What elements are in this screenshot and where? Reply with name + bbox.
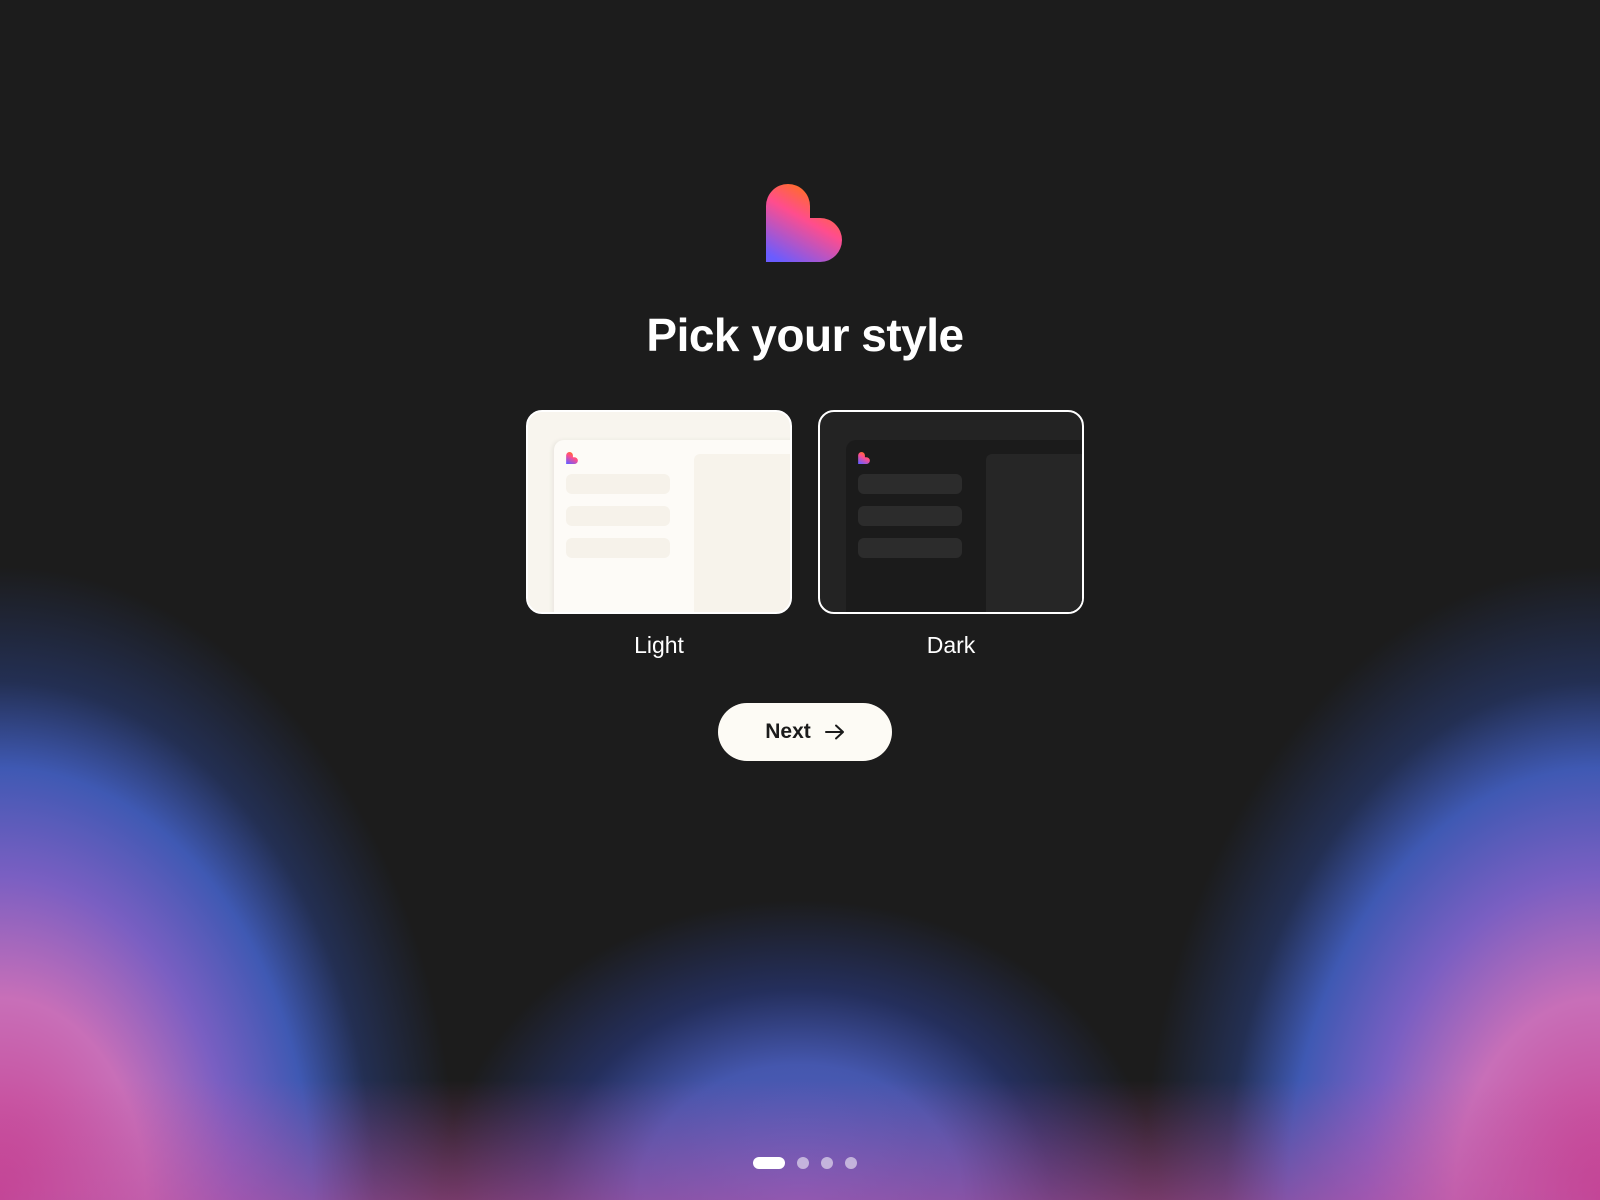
style-option-light-label[interactable]: Light xyxy=(526,632,792,659)
preview-panel xyxy=(986,454,1082,612)
page-dot-2[interactable] xyxy=(797,1157,809,1169)
background-glow-bottom xyxy=(0,0,1600,1200)
dark-preview-window xyxy=(846,440,1082,612)
page-title: Pick your style xyxy=(646,309,964,361)
page-dot-4[interactable] xyxy=(845,1157,857,1169)
mini-heart-logo-icon xyxy=(858,452,870,464)
page-dot-3[interactable] xyxy=(821,1157,833,1169)
heart-logo-icon xyxy=(766,184,842,262)
style-option-light[interactable] xyxy=(526,410,792,614)
preview-bar xyxy=(858,474,962,494)
preview-bar xyxy=(566,506,670,526)
next-button[interactable]: Next xyxy=(718,703,892,761)
page-indicator xyxy=(0,1157,1600,1169)
mini-heart-logo-icon xyxy=(566,452,578,464)
preview-bar xyxy=(858,506,962,526)
next-button-label: Next xyxy=(765,720,811,743)
preview-panel xyxy=(694,454,790,612)
light-preview-window xyxy=(554,440,790,612)
preview-bar xyxy=(858,538,962,558)
page-dot-1[interactable] xyxy=(753,1157,785,1169)
preview-bar xyxy=(566,474,670,494)
style-option-dark-label[interactable]: Dark xyxy=(818,632,1084,659)
preview-bar xyxy=(566,538,670,558)
arrow-right-icon xyxy=(824,724,844,740)
style-option-dark[interactable] xyxy=(818,410,1084,614)
background-glow-right xyxy=(0,0,1600,1200)
background-glow-center xyxy=(0,0,1600,1200)
onboarding-screen: Pick your style Light Dark Next xyxy=(0,0,1600,1200)
background-glow-left xyxy=(0,0,1600,1200)
